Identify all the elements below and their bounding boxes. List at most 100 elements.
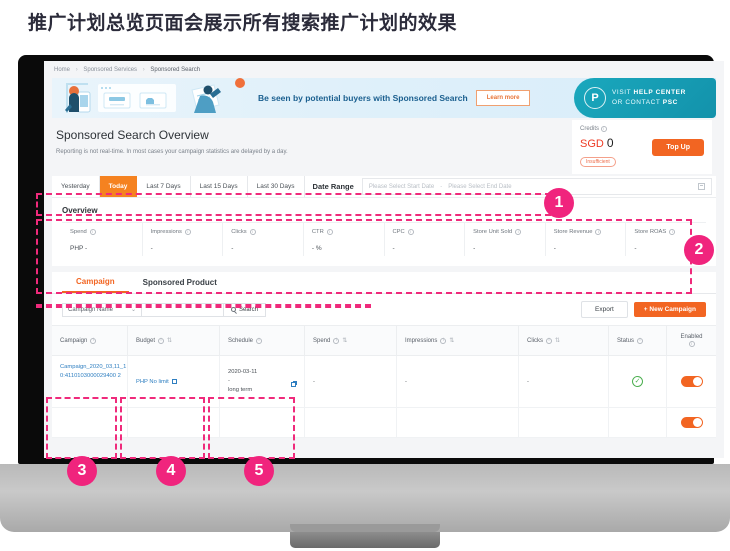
column-header-status[interactable]: Status i bbox=[609, 326, 667, 355]
overview-section: Overview Spend i PHP - Impressions i - C… bbox=[52, 198, 716, 266]
search-button[interactable]: Search bbox=[224, 302, 267, 317]
metric-label-wrap: Clicks i bbox=[231, 229, 303, 235]
end-date-placeholder[interactable]: Please Select End Date bbox=[448, 184, 511, 190]
sort-icon[interactable]: ⇅ bbox=[342, 337, 347, 344]
metric-label: CTR bbox=[311, 229, 324, 235]
column-label: Enabled bbox=[680, 334, 703, 340]
info-icon[interactable]: i bbox=[256, 337, 263, 344]
psc-logo-icon: P bbox=[584, 87, 606, 109]
help-center-text: VISIT HELP CENTER OR CONTACT PSC bbox=[612, 88, 686, 108]
filter-tab-today[interactable]: Today bbox=[99, 176, 138, 197]
info-icon[interactable]: i bbox=[515, 229, 522, 235]
help-line2-bold: PSC bbox=[662, 99, 678, 106]
table-row[interactable] bbox=[52, 408, 716, 438]
info-icon[interactable]: i bbox=[333, 337, 340, 344]
info-icon[interactable]: i bbox=[407, 229, 414, 235]
column-header-campaign[interactable]: Campaign i bbox=[52, 326, 128, 355]
cell-status bbox=[609, 408, 667, 437]
cell-spend bbox=[305, 408, 397, 437]
column-label: Clicks bbox=[527, 337, 543, 344]
page-caption: 推广计划总览页面会展示所有搜索推广计划的效果 bbox=[28, 13, 458, 34]
cell-schedule: 2020-03-11 - long term bbox=[220, 356, 305, 407]
info-icon[interactable]: i bbox=[440, 337, 447, 344]
learn-more-button[interactable]: Learn more bbox=[475, 90, 531, 106]
filter-tab-last-7-days[interactable]: Last 7 Days bbox=[137, 176, 191, 197]
export-button[interactable]: Export bbox=[581, 301, 628, 318]
column-header-budget[interactable]: Budget i ⇅ bbox=[128, 326, 220, 355]
laptop-screen: Home › Sponsored Services › Sponsored Se… bbox=[44, 61, 724, 458]
sort-icon[interactable]: ⇅ bbox=[449, 337, 454, 344]
new-campaign-button[interactable]: + New Campaign bbox=[633, 302, 706, 317]
info-icon[interactable]: i bbox=[600, 126, 607, 133]
enabled-toggle[interactable] bbox=[680, 417, 703, 428]
start-date-placeholder[interactable]: Please Select Start Date bbox=[369, 184, 434, 190]
help-line1-plain: VISIT bbox=[612, 89, 634, 97]
metric-store-roas: Store ROAS i - bbox=[626, 223, 706, 256]
filter-tab-last-15-days[interactable]: Last 15 Days bbox=[191, 176, 248, 197]
metric-value: - bbox=[231, 245, 234, 252]
column-header-enabled[interactable]: Enabled i bbox=[667, 326, 716, 355]
breadcrumb-sponsored-search: Sponsored Search bbox=[150, 67, 201, 73]
column-label: Impressions bbox=[405, 337, 438, 344]
info-icon[interactable]: i bbox=[637, 337, 644, 344]
breadcrumb-separator-icon: › bbox=[75, 67, 78, 73]
laptop-mockup: Home › Sponsored Services › Sponsored Se… bbox=[0, 55, 730, 551]
credits-card: Credits i SGD 0 Insufficient Top Up bbox=[572, 120, 712, 174]
metric-label: Spend bbox=[70, 229, 87, 235]
tab-sponsored-product[interactable]: Sponsored Product bbox=[129, 272, 231, 293]
sort-icon[interactable]: ⇅ bbox=[167, 337, 172, 344]
credits-label: Credits bbox=[580, 126, 600, 132]
budget-link[interactable]: PHP No limit bbox=[136, 378, 178, 385]
credits-currency: SGD bbox=[580, 138, 604, 151]
info-icon[interactable]: i bbox=[595, 229, 602, 235]
column-header-impressions[interactable]: Impressions i ⇅ bbox=[397, 326, 519, 355]
banner-illustration-icon bbox=[52, 78, 252, 118]
enabled-toggle[interactable] bbox=[680, 376, 703, 387]
status-active-icon: ✓ bbox=[632, 376, 643, 387]
metric-label: Impressions bbox=[150, 229, 182, 235]
metric-cpc: CPC i - bbox=[385, 223, 466, 256]
calendar-icon[interactable] bbox=[698, 183, 705, 190]
edit-external-icon[interactable] bbox=[291, 381, 297, 387]
help-line1-bold: HELP CENTER bbox=[633, 89, 686, 97]
filter-tab-last-30-days[interactable]: Last 30 Days bbox=[248, 176, 305, 197]
column-header-clicks[interactable]: Clicks i ⇅ bbox=[519, 326, 609, 355]
filter-tab-yesterday[interactable]: Yesterday bbox=[52, 176, 100, 197]
help-center-button[interactable]: P VISIT HELP CENTER OR CONTACT PSC bbox=[574, 78, 716, 118]
info-icon[interactable]: i bbox=[546, 337, 552, 344]
info-icon[interactable]: i bbox=[326, 229, 333, 235]
info-icon[interactable]: i bbox=[158, 337, 165, 344]
metric-label-wrap: Impressions i bbox=[151, 229, 223, 235]
laptop-base bbox=[0, 464, 730, 532]
info-icon[interactable]: i bbox=[669, 229, 676, 235]
campaign-name-select[interactable]: Campaign Name ⌄ bbox=[62, 302, 142, 317]
breadcrumb-sponsored-services[interactable]: Sponsored Services bbox=[83, 67, 137, 73]
promo-banner: Be seen by potential buyers with Sponsor… bbox=[52, 78, 716, 118]
cell-clicks: - bbox=[519, 356, 609, 407]
info-icon[interactable]: i bbox=[90, 337, 97, 344]
metric-label-wrap: Spend i bbox=[70, 229, 142, 235]
laptop-foot bbox=[290, 532, 440, 548]
metric-store-revenue: Store Revenue i - bbox=[546, 223, 627, 256]
laptop-lid: Home › Sponsored Services › Sponsored Se… bbox=[18, 55, 724, 464]
column-label: Budget bbox=[136, 337, 156, 344]
help-line2-plain: OR CONTACT bbox=[612, 99, 663, 106]
top-up-button[interactable]: Top Up bbox=[652, 139, 704, 156]
metric-value: - bbox=[150, 245, 153, 252]
date-range-input[interactable]: Please Select Start Date - Please Select… bbox=[361, 178, 712, 195]
info-icon[interactable]: i bbox=[89, 229, 96, 235]
sort-icon[interactable]: ⇅ bbox=[555, 337, 560, 344]
edit-external-icon[interactable] bbox=[171, 378, 178, 384]
breadcrumb-separator-icon: › bbox=[142, 67, 145, 73]
date-range-dash: - bbox=[440, 183, 443, 190]
search-input[interactable] bbox=[142, 302, 224, 317]
breadcrumb-home[interactable]: Home bbox=[54, 67, 70, 73]
info-icon[interactable]: i bbox=[249, 229, 256, 235]
campaign-name-link[interactable]: Campaign_2020_03,11_10:4110103000029400 … bbox=[60, 363, 127, 381]
tab-campaign[interactable]: Campaign bbox=[62, 272, 129, 293]
info-icon[interactable]: i bbox=[184, 229, 191, 235]
info-icon[interactable]: i bbox=[688, 341, 695, 347]
table-row[interactable]: Campaign_2020_03,11_10:4110103000029400 … bbox=[52, 356, 716, 408]
column-header-spend[interactable]: Spend i ⇅ bbox=[305, 326, 397, 355]
column-header-schedule[interactable]: Schedule i bbox=[220, 326, 305, 355]
